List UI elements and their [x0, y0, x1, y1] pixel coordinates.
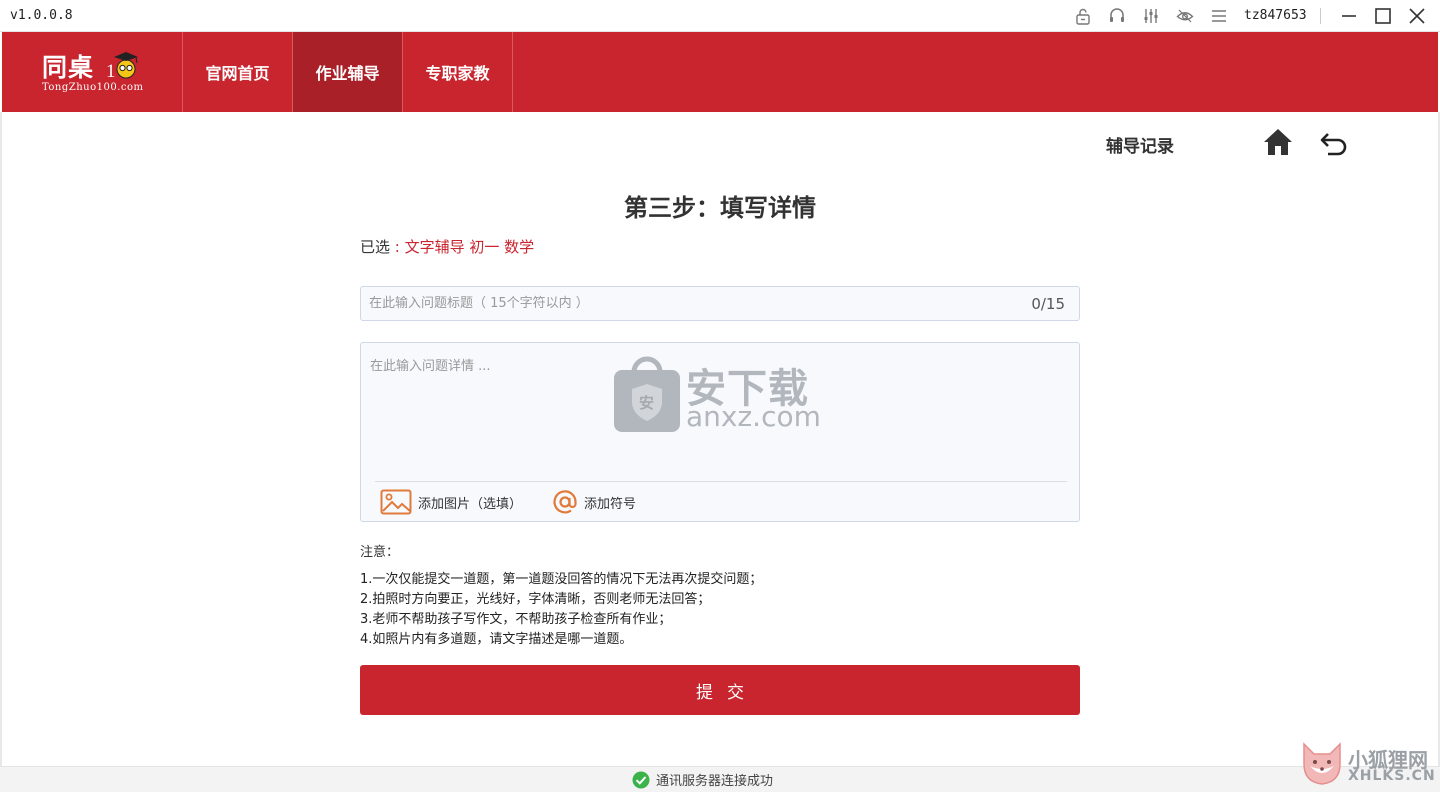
home-icon[interactable] [1262, 127, 1294, 157]
add-symbol-label: 添加符号 [584, 496, 637, 512]
add-image-label: 添加图片（选填） [418, 496, 523, 512]
nav-homework-tutoring[interactable]: 作业辅导 [293, 32, 403, 112]
note-item: 4.如照片内有多道题，请文字描述是哪一道题。 [360, 632, 633, 647]
username-label: tz847653 [1244, 8, 1307, 23]
back-icon[interactable] [1318, 128, 1350, 158]
add-symbol-button[interactable]: 添加符号 [552, 487, 636, 517]
notes-section: 注意： 1.一次仅能提交一道题，第一道题没回答的情况下无法再次提交问题； 2.拍… [360, 541, 1080, 650]
sliders-icon[interactable] [1140, 5, 1162, 27]
check-circle-icon [632, 771, 650, 788]
nav-home[interactable]: 官网首页 [183, 32, 293, 112]
close-icon[interactable] [1406, 5, 1428, 27]
watermark-center: 安 安下载 anxz.com [612, 354, 832, 436]
note-item: 2.拍照时方向要正，光线好，字体清晰，否则老师无法回答； [360, 592, 711, 607]
watermark-corner: 小狐狸网 XHLKS.CN [1300, 740, 1436, 790]
headset-icon[interactable] [1106, 5, 1128, 27]
maximize-icon[interactable] [1372, 5, 1394, 27]
logo-text: 同桌 [42, 53, 95, 82]
shield-bag-icon: 安 [614, 356, 680, 432]
question-title-input[interactable] [361, 287, 1001, 320]
status-text: 通讯服务器连接成功 [656, 774, 774, 789]
note-item: 3.老师不帮助孩子写作文，不帮助孩子检查所有作业； [360, 612, 672, 627]
status-bar: 通讯服务器连接成功 [0, 766, 1440, 792]
selected-summary: 已选 : 文字辅导 初一 数学 [360, 236, 534, 257]
eye-icon[interactable] [1174, 5, 1196, 27]
step-title: 第三步：填写详情 [624, 194, 816, 222]
logo-domain: TongZhuo100.com [42, 82, 144, 93]
minimize-icon[interactable] [1338, 5, 1360, 27]
watermark-corner-url: XHLKS.CN [1348, 768, 1436, 784]
notes-heading: 注意： [360, 545, 400, 560]
title-bar: v1.0.0.8 tz847653 [0, 0, 1440, 32]
at-symbol-icon [553, 490, 577, 514]
app-header: 同桌 1 TongZhuo100.com 官网首页 作业辅导 专职家教 [2, 32, 1438, 112]
titlebar-divider [1320, 8, 1321, 24]
svg-text:安: 安 [639, 394, 654, 412]
detail-divider [375, 481, 1067, 482]
submit-button[interactable]: 提交 [360, 665, 1080, 715]
note-item: 1.一次仅能提交一道题，第一道题没回答的情况下无法再次提交问题； [360, 572, 763, 587]
version-label: v1.0.0.8 [10, 8, 73, 23]
lock-icon[interactable] [1072, 5, 1094, 27]
add-image-button[interactable]: 添加图片（选填） [380, 487, 522, 517]
selected-value: : 文字辅导 初一 数学 [390, 238, 535, 256]
nav-private-tutor[interactable]: 专职家教 [403, 32, 513, 112]
tutoring-records-link[interactable]: 辅导记录 [1106, 132, 1174, 157]
watermark-url: anxz.com [686, 400, 821, 433]
connection-status: 通讯服务器连接成功 [632, 770, 773, 789]
title-char-counter: 0/15 [1031, 295, 1065, 313]
main-nav: 官网首页 作业辅导 专职家教 [182, 32, 513, 112]
fox-logo-icon [1303, 742, 1341, 785]
svg-text:1: 1 [106, 61, 116, 80]
menu-icon[interactable] [1208, 5, 1230, 27]
image-icon [380, 489, 412, 515]
app-logo[interactable]: 同桌 1 TongZhuo100.com [2, 32, 182, 112]
logo-100-badge-icon: 1 [106, 52, 138, 80]
selected-prefix: 已选 [360, 238, 391, 256]
question-title-field: 0/15 [360, 286, 1080, 321]
